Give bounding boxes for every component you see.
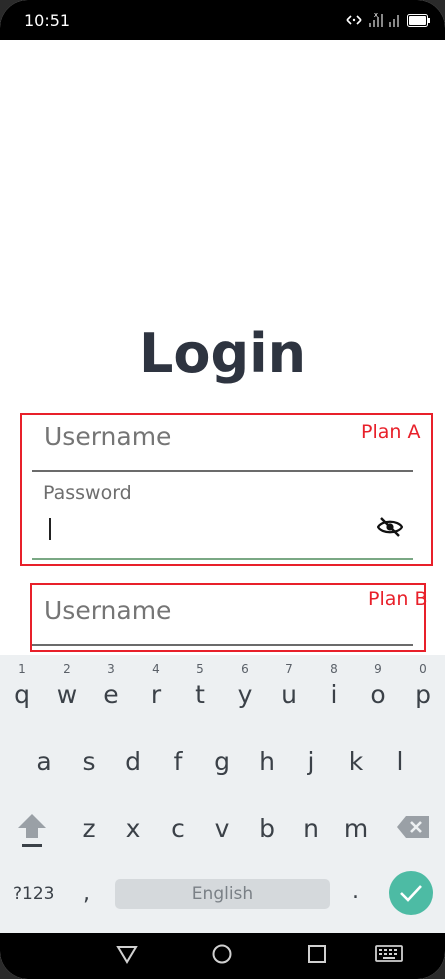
plan-a-password-label: Password — [43, 482, 132, 504]
key-z[interactable]: z — [67, 814, 111, 843]
comma-key[interactable]: , — [83, 881, 90, 906]
key-f[interactable]: f — [156, 747, 200, 776]
key-label: e — [103, 680, 119, 709]
wifi-off-icon — [389, 15, 399, 27]
plan-a-password-field[interactable]: Password — [32, 478, 413, 562]
key-label: b — [259, 814, 275, 843]
key-label: x — [125, 814, 141, 843]
plan-a-username-placeholder: Username — [44, 422, 172, 451]
key-a[interactable]: a — [22, 747, 66, 776]
text-cursor — [49, 518, 51, 540]
key-hint: 1 — [18, 662, 26, 676]
key-hint: 4 — [152, 662, 160, 676]
enter-button[interactable] — [389, 871, 433, 915]
key-label: a — [36, 747, 52, 776]
key-label: j — [307, 747, 315, 776]
key-label: n — [303, 814, 319, 843]
key-m[interactable]: m — [334, 814, 378, 843]
key-i[interactable]: 8i — [312, 662, 356, 709]
key-label: l — [396, 747, 404, 776]
key-hint: 0 — [419, 662, 427, 676]
key-hint: 8 — [330, 662, 338, 676]
key-label: c — [171, 814, 185, 843]
key-r[interactable]: 4r — [134, 662, 178, 709]
key-d[interactable]: d — [111, 747, 155, 776]
key-o[interactable]: 9o — [356, 662, 400, 709]
key-label: v — [214, 814, 230, 843]
key-k[interactable]: k — [334, 747, 378, 776]
status-bar: 10:51 x — [0, 0, 445, 40]
num-switch-key[interactable]: ?123 — [13, 884, 54, 904]
key-hint: 3 — [107, 662, 115, 676]
key-c[interactable]: c — [156, 814, 200, 843]
key-hint: 2 — [63, 662, 71, 676]
plan-a-password-underline — [32, 558, 413, 560]
key-l[interactable]: l — [378, 747, 422, 776]
key-h[interactable]: h — [245, 747, 289, 776]
key-q[interactable]: 1q — [0, 662, 44, 709]
home-circle-icon[interactable] — [211, 943, 233, 970]
key-x[interactable]: x — [111, 814, 155, 843]
navigation-bar — [0, 933, 445, 979]
period-key[interactable]: . — [352, 879, 359, 904]
key-label: z — [82, 814, 96, 843]
key-label: k — [348, 747, 364, 776]
status-time: 10:51 — [24, 11, 71, 30]
key-label: u — [281, 680, 297, 709]
key-n[interactable]: n — [289, 814, 333, 843]
key-hint: 7 — [285, 662, 293, 676]
key-label: p — [415, 680, 431, 709]
battery-icon — [407, 13, 430, 27]
plan-b-username-field[interactable]: Username — [32, 592, 413, 650]
key-e[interactable]: 3e — [89, 662, 133, 709]
phone-screen: 10:51 x Login Plan A Username Password P… — [0, 0, 445, 979]
plan-a-username-field[interactable]: Username — [32, 418, 413, 474]
key-v[interactable]: v — [200, 814, 244, 843]
key-label: s — [82, 747, 96, 776]
shift-icon[interactable] — [16, 811, 48, 856]
svg-text:x: x — [374, 12, 378, 19]
recents-square-icon[interactable] — [306, 943, 328, 970]
key-p[interactable]: 0p — [401, 662, 445, 709]
key-u[interactable]: 7u — [267, 662, 311, 709]
key-label: y — [237, 680, 253, 709]
key-hint: 6 — [241, 662, 249, 676]
checkmark-icon — [400, 885, 422, 902]
key-hint: 5 — [196, 662, 204, 676]
key-y[interactable]: 6y — [223, 662, 267, 709]
key-g[interactable]: g — [200, 747, 244, 776]
key-label: i — [330, 680, 338, 709]
soft-keyboard: 1q 2w 3e 4r 5t 6y 7u 8i 9o 0p a s d f g … — [0, 655, 445, 933]
key-label: q — [14, 680, 30, 709]
key-s[interactable]: s — [67, 747, 111, 776]
key-label: f — [173, 747, 183, 776]
keyboard-icon[interactable] — [375, 943, 403, 970]
key-label: m — [343, 814, 369, 843]
no-signal-icon: x — [369, 12, 383, 27]
key-label: d — [125, 747, 141, 776]
plan-b-username-underline — [32, 644, 413, 646]
key-label: g — [214, 747, 230, 776]
key-j[interactable]: j — [289, 747, 333, 776]
key-w[interactable]: 2w — [45, 662, 89, 709]
status-icons: x — [345, 12, 431, 28]
backspace-icon[interactable] — [396, 815, 430, 844]
back-triangle-icon[interactable] — [116, 943, 138, 970]
key-label: t — [195, 680, 205, 709]
key-b[interactable]: b — [245, 814, 289, 843]
key-hint: 9 — [374, 662, 382, 676]
page-title: Login — [138, 322, 307, 385]
data-transfer-icon — [346, 15, 362, 25]
key-t[interactable]: 5t — [178, 662, 222, 709]
key-label: o — [370, 680, 386, 709]
key-label: h — [259, 747, 275, 776]
key-label: w — [56, 680, 78, 709]
space-key[interactable]: English — [115, 879, 330, 909]
eye-off-icon[interactable] — [376, 516, 404, 543]
plan-a-username-underline — [32, 470, 413, 472]
plan-b-username-placeholder: Username — [44, 596, 172, 625]
key-label: r — [150, 680, 162, 709]
